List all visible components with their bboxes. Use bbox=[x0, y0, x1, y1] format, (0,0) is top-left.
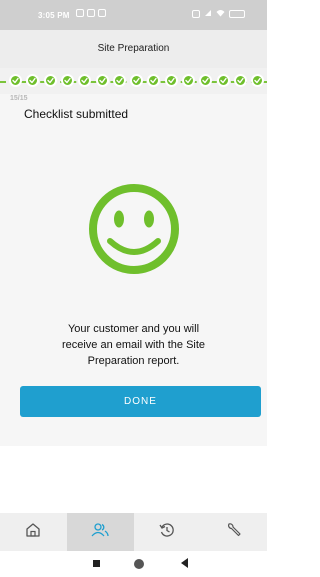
message-icon bbox=[76, 9, 84, 17]
system-nav bbox=[0, 551, 267, 577]
smiley-face-icon bbox=[88, 183, 180, 275]
progress-step-complete bbox=[182, 74, 195, 87]
back-icon[interactable] bbox=[181, 558, 188, 568]
wifi-icon bbox=[216, 9, 225, 19]
progress-step-complete bbox=[9, 74, 22, 87]
nav-history[interactable] bbox=[134, 513, 201, 551]
progress-step-complete bbox=[216, 74, 230, 87]
app-header: Site Preparation bbox=[0, 30, 267, 68]
history-icon bbox=[159, 522, 175, 543]
home-circle-icon[interactable] bbox=[134, 559, 144, 569]
progress-step-complete bbox=[112, 74, 126, 87]
progress-step-complete bbox=[95, 74, 109, 87]
battery-icon bbox=[229, 10, 245, 18]
app-screen: 3:05 PM Site Preparation 15/15 Checklist… bbox=[0, 0, 267, 577]
status-title: Checklist submitted bbox=[24, 107, 129, 121]
tools-icon bbox=[226, 522, 242, 543]
message-line: Your customer and you will bbox=[67, 323, 200, 335]
bottom-nav bbox=[0, 513, 267, 551]
status-bar: 3:05 PM bbox=[0, 0, 267, 30]
home-icon bbox=[25, 522, 41, 543]
progress-step-complete bbox=[130, 74, 144, 87]
alarm-icon bbox=[192, 10, 200, 18]
message-line: Preparation report. bbox=[87, 355, 180, 367]
done-button[interactable]: DONE bbox=[20, 386, 261, 417]
message-line: receive an email with the Site bbox=[61, 339, 206, 351]
status-left-icons bbox=[76, 9, 106, 17]
nav-customers[interactable] bbox=[66, 513, 134, 551]
progress-step-complete bbox=[233, 74, 247, 87]
confirmation-message: Your customer and you will receive an em… bbox=[30, 321, 237, 369]
page-title: Site Preparation bbox=[97, 43, 170, 54]
notification-icon bbox=[98, 9, 106, 17]
status-right-icons bbox=[192, 9, 245, 19]
progress-step-complete bbox=[60, 74, 74, 87]
signal-icon bbox=[204, 9, 212, 19]
nav-tools[interactable] bbox=[200, 513, 267, 551]
recents-icon[interactable] bbox=[93, 560, 100, 567]
mail-icon bbox=[87, 9, 95, 17]
progress-step-complete bbox=[43, 74, 57, 87]
nav-home[interactable] bbox=[0, 513, 67, 551]
progress-step-complete bbox=[164, 74, 178, 87]
step-counter: 15/15 bbox=[10, 95, 28, 102]
status-time: 3:05 PM bbox=[38, 11, 70, 20]
customers-icon bbox=[91, 522, 109, 543]
